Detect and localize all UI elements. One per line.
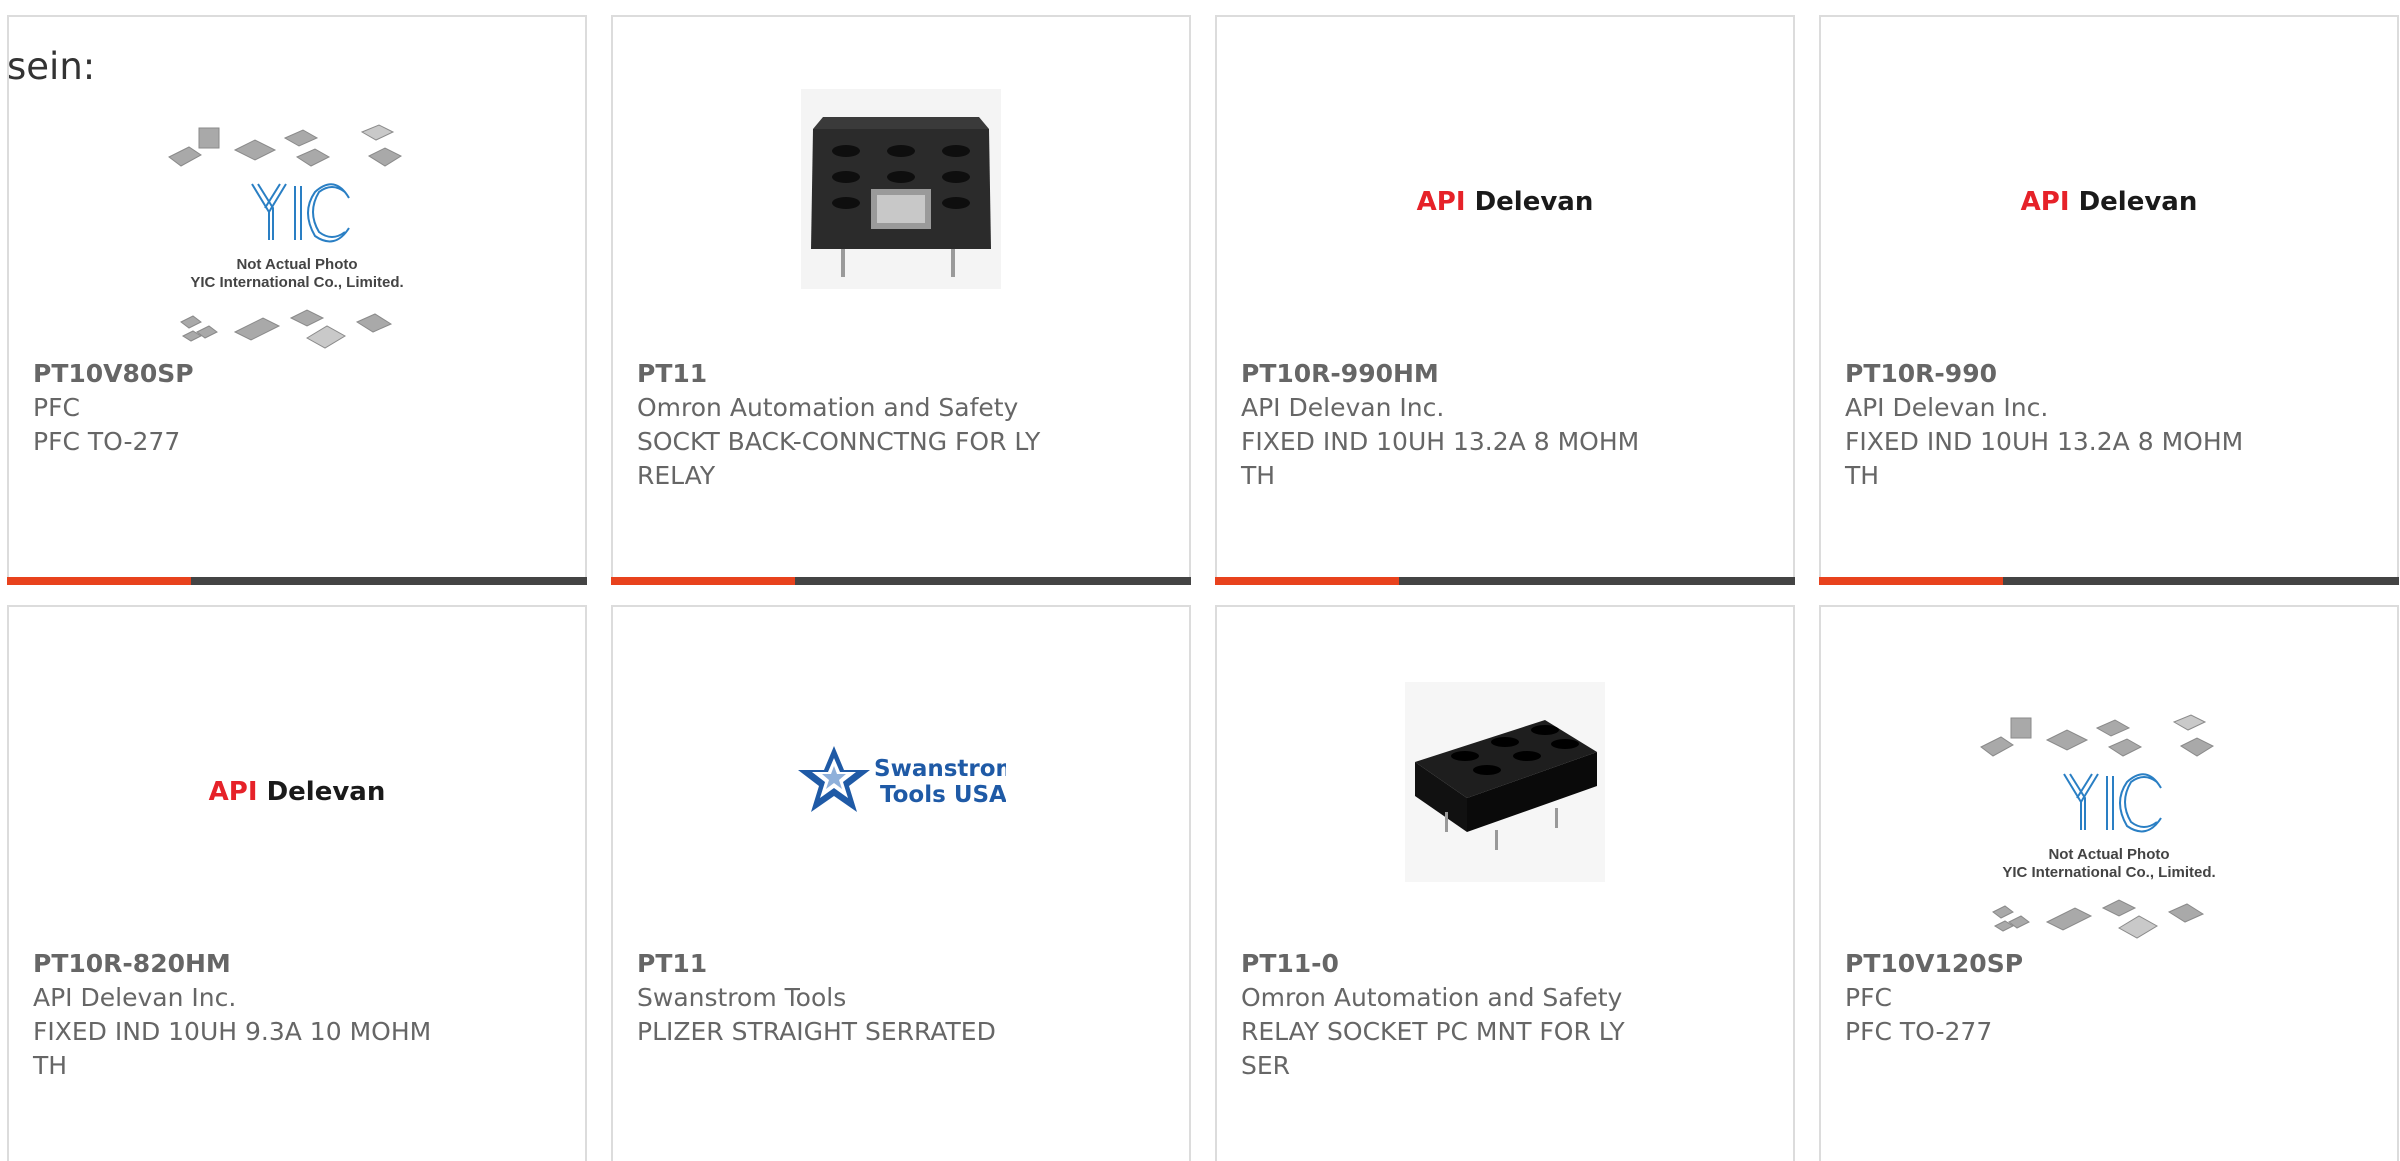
part-number[interactable]: PT10V120SP bbox=[1845, 947, 2365, 981]
api-delevan-logo: API Delevan bbox=[2020, 187, 2198, 217]
description: RELAY SOCKET PC MNT FOR LY bbox=[1241, 1017, 1625, 1046]
manufacturer: PFC bbox=[1845, 983, 1892, 1012]
card-bottom-bar bbox=[1819, 577, 2399, 585]
product-image[interactable] bbox=[1217, 607, 1793, 945]
product-card[interactable]: PT11 Omron Automation and Safety SOCKT B… bbox=[611, 15, 1191, 585]
yic-placeholder-image: Not Actual Photo YIC International Co., … bbox=[1969, 702, 2249, 952]
swanstrom-logo: Swanstrom Tools USA bbox=[796, 742, 1020, 826]
manufacturer: Omron Automation and Safety bbox=[637, 393, 1019, 422]
description: PLIZER STRAIGHT SERRATED bbox=[637, 1017, 996, 1046]
part-number[interactable]: PT10R-990 bbox=[1845, 357, 2365, 391]
product-image[interactable] bbox=[613, 17, 1189, 355]
manufacturer: Omron Automation and Safety bbox=[1241, 983, 1623, 1012]
part-number[interactable]: PT10R-990HM bbox=[1241, 357, 1761, 391]
part-number[interactable]: PT11-0 bbox=[1241, 947, 1761, 981]
product-card[interactable]: PT11-0 Omron Automation and Safety RELAY… bbox=[1215, 605, 1795, 1161]
description: PFC TO-277 bbox=[33, 427, 181, 456]
api-delevan-logo: API Delevan bbox=[1416, 187, 1594, 217]
product-card[interactable]: API Delevan PT10R-990 API Delevan Inc. F… bbox=[1819, 15, 2399, 585]
description: FIXED IND 10UH 13.2A 8 MOHM bbox=[1241, 427, 1640, 456]
description-cont: SER bbox=[1241, 1051, 1291, 1080]
description: SOCKT BACK-CONNCTNG FOR LY bbox=[637, 427, 1041, 456]
manufacturer: API Delevan Inc. bbox=[33, 983, 237, 1012]
description: FIXED IND 10UH 9.3A 10 MOHM bbox=[33, 1017, 432, 1046]
intro-text: sein: bbox=[7, 45, 96, 88]
description: PFC TO-277 bbox=[1845, 1017, 1993, 1046]
product-card[interactable]: API Delevan PT10R-820HM API Delevan Inc.… bbox=[7, 605, 587, 1161]
product-image[interactable]: Not Actual Photo YIC International Co., … bbox=[1821, 607, 2397, 945]
product-image[interactable]: API Delevan bbox=[1217, 17, 1793, 355]
caption-line-1: Not Actual Photo bbox=[2048, 846, 2170, 863]
product-image[interactable]: API Delevan bbox=[9, 607, 585, 945]
part-number[interactable]: PT11 bbox=[637, 357, 1157, 391]
card-bottom-bar bbox=[611, 577, 1191, 585]
yic-placeholder-image: Not Actual Photo YIC International Co., … bbox=[157, 112, 437, 362]
part-number[interactable]: PT10V80SP bbox=[33, 357, 553, 391]
product-image[interactable]: API Delevan bbox=[1821, 17, 2397, 355]
product-card[interactable]: Swanstrom Tools USA PT11 Swanstrom Tools… bbox=[611, 605, 1191, 1161]
product-card[interactable]: Not Actual Photo YIC International Co., … bbox=[1819, 605, 2399, 1161]
svg-text:Swanstrom: Swanstrom bbox=[874, 756, 1006, 782]
relay-socket-photo bbox=[1405, 682, 1605, 886]
product-card[interactable]: API Delevan PT10R-990HM API Delevan Inc.… bbox=[1215, 15, 1795, 585]
manufacturer: Swanstrom Tools bbox=[637, 983, 847, 1012]
description-cont: TH bbox=[33, 1051, 68, 1080]
description: FIXED IND 10UH 13.2A 8 MOHM bbox=[1845, 427, 2244, 456]
description-cont: TH bbox=[1241, 461, 1276, 490]
product-image[interactable]: Not Actual Photo YIC International Co., … bbox=[9, 17, 585, 355]
caption-line-1: Not Actual Photo bbox=[236, 256, 358, 273]
card-bottom-bar bbox=[7, 577, 587, 585]
product-card[interactable]: Not Actual Photo YIC International Co., … bbox=[7, 15, 587, 585]
caption-line-2: YIC International Co., Limited. bbox=[2002, 864, 2216, 881]
card-bottom-bar bbox=[1215, 577, 1795, 585]
part-number[interactable]: PT10R-820HM bbox=[33, 947, 553, 981]
caption-line-2: YIC International Co., Limited. bbox=[190, 274, 404, 291]
manufacturer: PFC bbox=[33, 393, 80, 422]
manufacturer: API Delevan Inc. bbox=[1845, 393, 2049, 422]
api-delevan-logo: API Delevan bbox=[208, 777, 386, 807]
product-image[interactable]: Swanstrom Tools USA bbox=[613, 607, 1189, 945]
description-cont: TH bbox=[1845, 461, 1880, 490]
part-number[interactable]: PT11 bbox=[637, 947, 1157, 981]
svg-text:Tools USA: Tools USA bbox=[880, 782, 1006, 808]
manufacturer: API Delevan Inc. bbox=[1241, 393, 1445, 422]
description-cont: RELAY bbox=[637, 461, 716, 490]
relay-socket-photo bbox=[801, 89, 1001, 303]
